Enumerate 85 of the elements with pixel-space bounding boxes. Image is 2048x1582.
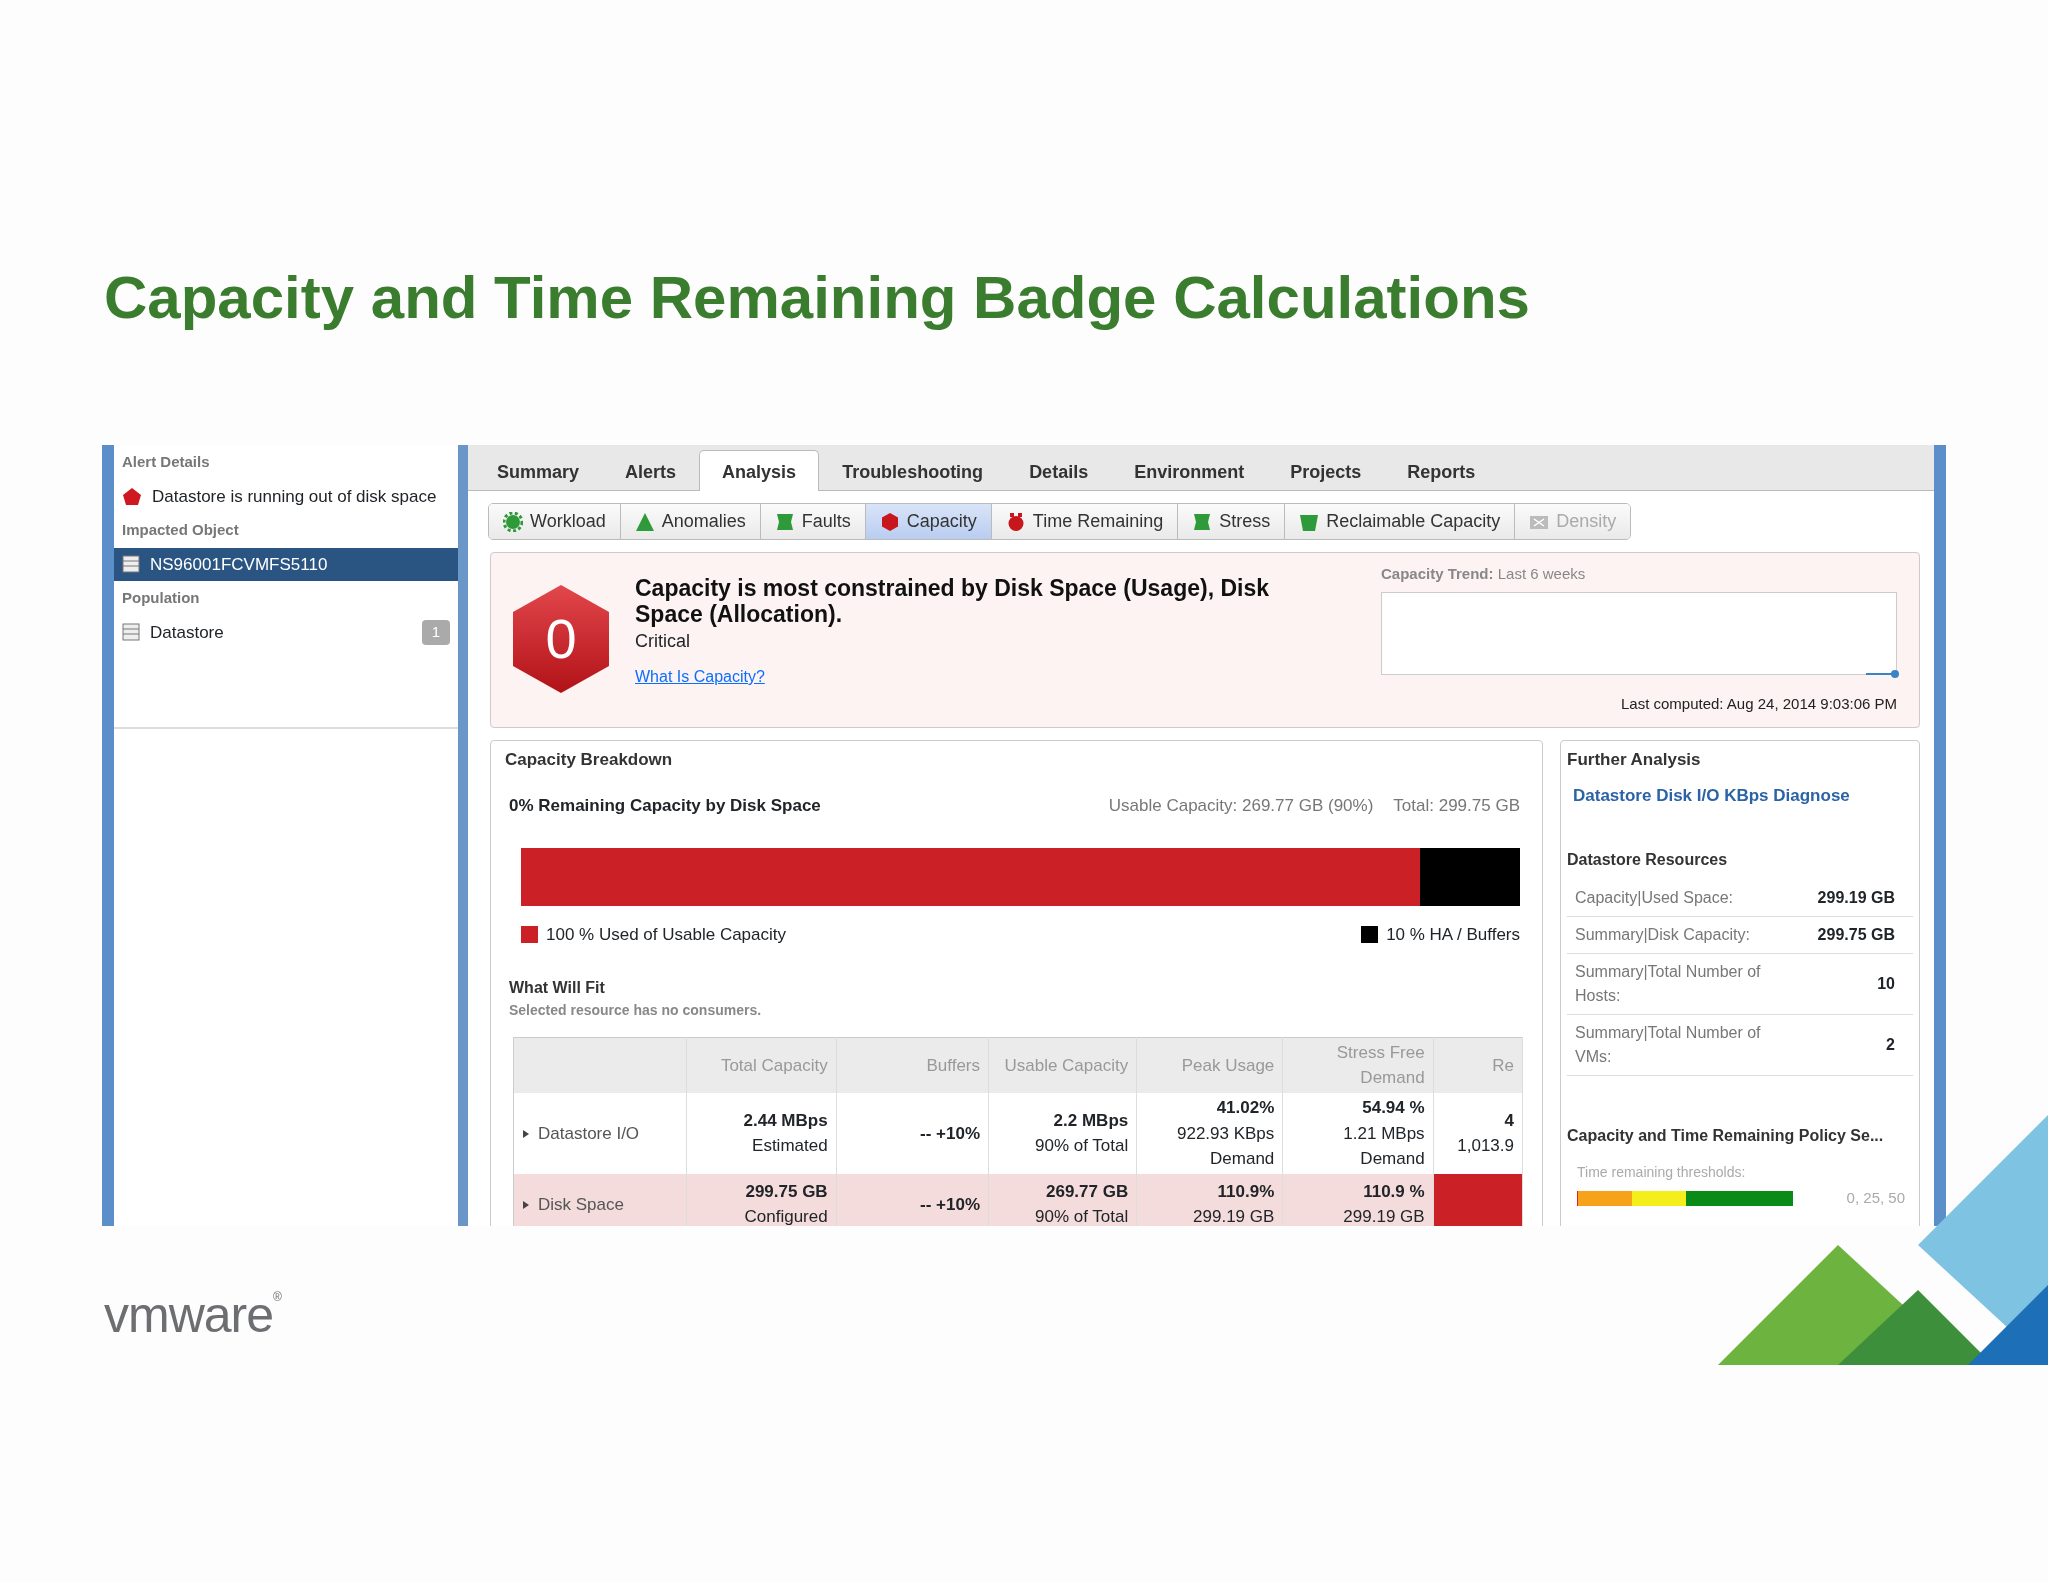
legend-label: 100 % Used of Usable Capacity [546, 924, 787, 946]
panel-title: Capacity Breakdown [505, 749, 674, 771]
resource-value: 10 [1877, 974, 1895, 994]
tab[interactable]: Analysis [699, 450, 820, 491]
last-computed-text: Last computed: Aug 24, 2014 9:03:06 PM [1620, 693, 1897, 714]
diagnose-link[interactable]: Datastore Disk I/O KBps Diagnose [1573, 782, 1850, 808]
table-cell: 110.9 % 299.19 GB [1282, 1173, 1434, 1226]
triangle-icon [634, 511, 655, 532]
column-header: Peak Usage [1136, 1037, 1283, 1093]
sub-tab[interactable]: Stress [1178, 504, 1286, 539]
tab[interactable]: Projects [1267, 450, 1385, 490]
alert-pentagon-icon [122, 486, 142, 506]
tab[interactable]: Alerts [602, 450, 700, 490]
table-cell: 54.94 % 1.21 MBps Demand [1282, 1093, 1434, 1174]
banner-icon [774, 511, 795, 532]
section-title: Datastore Resources [1567, 850, 1729, 870]
legend-label: 10 % HA / Buffers [1386, 924, 1520, 946]
sub-tab[interactable]: Anomalies [620, 504, 761, 539]
vmware-logo: vmware$^{®}$ [104, 1286, 281, 1345]
trend-line [1866, 668, 1900, 679]
resource-value: 299.75 GB [1817, 925, 1895, 945]
thresholds-value: 0, 25, 50 [1846, 1188, 1905, 1208]
count-badge: 1 [421, 620, 450, 645]
row-name-cell: Disk Space [513, 1173, 687, 1226]
capacity-badge: 0 [513, 585, 609, 693]
resource-value: 2 [1886, 1035, 1895, 1055]
table-cell: -- +10% [836, 1093, 989, 1174]
trend-period: Last 6 weeks [1496, 565, 1586, 582]
gear-icon [503, 511, 523, 532]
total-capacity-text: Total: 299.75 GB [1393, 794, 1520, 817]
resource-label: Summary|Total Number of Hosts: [1575, 962, 1762, 1006]
column-header: Usable Capacity [988, 1037, 1137, 1093]
column-header: Re [1433, 1037, 1523, 1093]
datastore-icon [122, 623, 140, 642]
section-title: Capacity and Time Remaining Policy Se... [1567, 1126, 1885, 1146]
table-cell: 2.2 MBps 90% of Total [988, 1093, 1137, 1174]
sub-tab[interactable]: Capacity [865, 504, 992, 539]
table-cell: -- +10% [836, 1173, 989, 1226]
column-header: Total Capacity [686, 1037, 837, 1093]
resource-label: Capacity|Used Space: [1575, 888, 1734, 908]
tab[interactable]: Reports [1384, 450, 1499, 490]
impacted-object-item[interactable]: NS96001FCVMFS5110 [114, 547, 458, 581]
column-header: Buffers [836, 1037, 989, 1093]
expand-caret-icon [522, 1129, 530, 1139]
table-cell: 269.77 GB 90% of Total [988, 1173, 1137, 1226]
resource-label: Summary|Total Number of VMs: [1575, 1023, 1762, 1067]
subtitle: 0% Remaining Capacity by Disk Space [509, 794, 821, 817]
panel-title: Further Analysis [1567, 749, 1702, 771]
sub-tab[interactable]: Reclaimable Capacity [1285, 504, 1516, 539]
severity-text: Critical [635, 629, 691, 653]
help-link[interactable]: What Is Capacity? [635, 664, 765, 689]
table-row[interactable]: Datastore I/O 2.44 MBps Estimated -- +10% 2.2 MBps 90% of Total 41.02% 922.93 KBps Demand 54.94 % 1.21 MBps Demand 4 1,013.9 [513, 1093, 1523, 1174]
usable-capacity-text: Usable Capacity: 269.77 GB (90%) [1108, 794, 1374, 817]
expand-caret-icon [522, 1200, 530, 1210]
sub-tab[interactable]: Time Remaining [991, 504, 1179, 539]
section-title: What Will Fit [508, 977, 606, 998]
hexagon-icon [879, 511, 900, 532]
tab[interactable]: Details [1006, 450, 1112, 490]
alert-text: Datastore is running out of disk space [152, 485, 437, 508]
table-cell: 4 1,013.9 [1433, 1093, 1523, 1174]
section-heading: Impacted Object [121, 520, 240, 540]
population-item[interactable]: Datastore 1 [114, 615, 458, 649]
banner-icon [1192, 511, 1213, 532]
tab[interactable]: Troubleshooting [819, 450, 1007, 490]
thresholds-label: Time remaining thresholds: [1577, 1163, 1747, 1182]
row-name-cell: Datastore I/O [513, 1093, 687, 1174]
table-cell: 110.9% 299.19 GB [1136, 1173, 1283, 1226]
table-cell: 2.44 MBps Estimated [686, 1093, 837, 1174]
slide-title: Capacity and Time Remaining Badge Calculations [104, 263, 1530, 333]
tab[interactable]: Environment [1111, 450, 1268, 490]
resource-value: 299.19 GB [1817, 888, 1895, 908]
column-header: Stress Free Demand [1282, 1037, 1434, 1093]
sub-tab[interactable]: Faults [760, 504, 866, 539]
table-cell: 41.02% 922.93 KBps Demand [1136, 1093, 1283, 1174]
trend-label: Capacity Trend: [1381, 565, 1494, 582]
resource-label: Summary|Disk Capacity: [1575, 925, 1751, 945]
table-row[interactable]: Disk Space 299.75 GB Configured -- +10% 269.77 GB 90% of Total 110.9% 299.19 GB 110.9 % 299.19 GB [513, 1173, 1523, 1226]
section-heading: Alert Details [121, 452, 211, 472]
datastore-icon [122, 555, 140, 574]
headline: Capacity is most constrained by Disk Space (Usage), Disk Space (Allocation). [635, 575, 1270, 628]
section-heading: Population [121, 588, 201, 608]
tab[interactable]: Summary [474, 450, 603, 490]
note-text: Selected resource has no consumers. [508, 1000, 763, 1020]
sub-tab[interactable]: Workload [489, 504, 621, 539]
table-cell: 299.75 GB Configured [686, 1173, 837, 1226]
